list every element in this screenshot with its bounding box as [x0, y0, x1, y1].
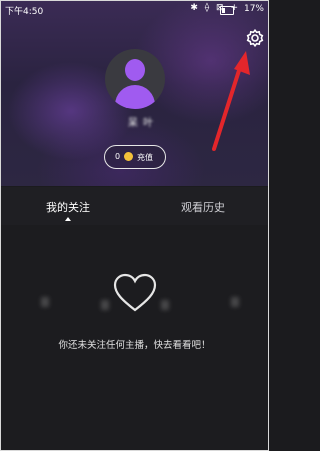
blur-mark [41, 297, 49, 307]
tab-watch-history[interactable]: 观看历史 [181, 199, 225, 215]
app-frame: 下午4:50 ✱ ⟠ ⊠ + 17% 呆 叶 0 充值 我的关注 观看历史 你还… [0, 0, 269, 451]
avatar-head-shape [125, 59, 145, 81]
username: 呆 叶 [127, 118, 155, 129]
settings-gear-icon[interactable] [245, 28, 265, 48]
coin-icon [124, 152, 133, 161]
blur-mark [161, 300, 169, 310]
blur-mark [101, 300, 109, 310]
blur-mark [231, 297, 239, 307]
empty-state-message: 你还未关注任何主播，快去看看吧！ [58, 340, 211, 351]
status-bar: 下午4:50 ✱ ⟠ ⊠ + 17% [1, 1, 268, 19]
battery-icon [220, 6, 234, 15]
avatar-body-shape [115, 85, 155, 109]
follow-list-empty: 你还未关注任何主播，快去看看吧！ [1, 225, 268, 450]
user-avatar[interactable] [105, 49, 165, 109]
recharge-label: 充值 [137, 153, 153, 162]
coin-count: 0 [115, 152, 121, 161]
annotation-arrow [212, 51, 250, 151]
heart-outline-icon [113, 273, 157, 312]
active-tab-indicator [65, 217, 71, 221]
tab-bar: 我的关注 观看历史 [1, 187, 268, 225]
tab-my-follows[interactable]: 我的关注 [46, 199, 90, 215]
recharge-button[interactable]: 0 充值 [104, 145, 166, 169]
battery-percent: 17% [243, 4, 264, 14]
status-time: 下午4:50 [5, 7, 44, 17]
